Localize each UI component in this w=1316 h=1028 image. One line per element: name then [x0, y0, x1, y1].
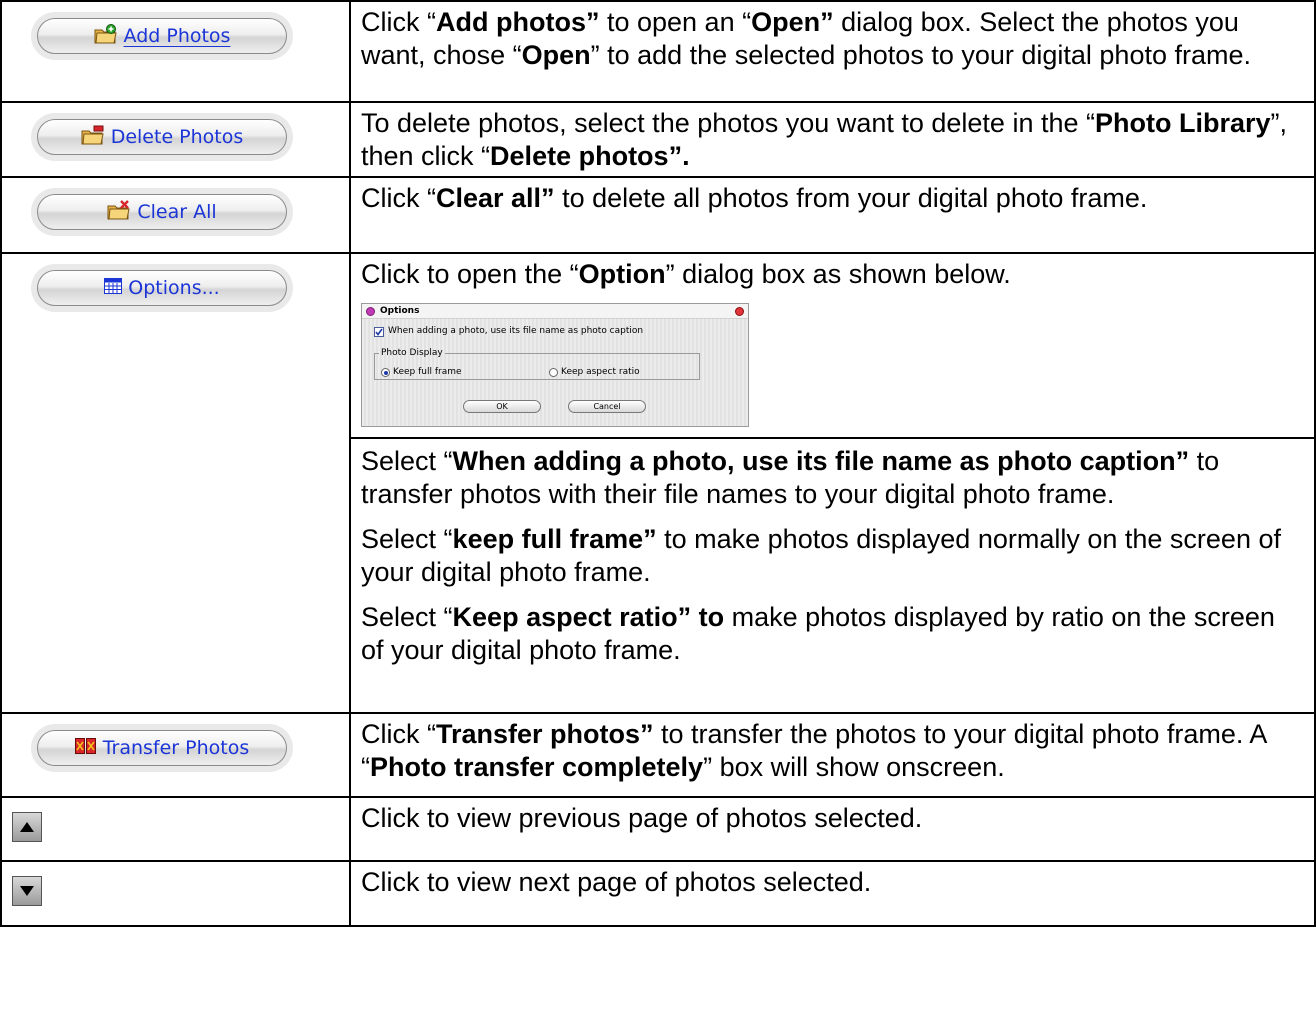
description-cell: Click “Clear all” to delete all photos f… — [349, 176, 1316, 254]
folder-delete-icon — [81, 125, 105, 150]
options-description: Click to open the “Option” dialog box as… — [361, 259, 1011, 289]
table-row-previous-page: Click to view previous page of photos se… — [0, 796, 1316, 862]
up-arrow-icon — [20, 822, 34, 832]
dialog-cancel-button[interactable]: Cancel — [568, 400, 646, 413]
transfer-icon — [74, 737, 97, 760]
table-row-next-page: Click to view next page of photos select… — [0, 860, 1316, 927]
add-photos-label: Add Photos — [123, 25, 231, 47]
clear-all-description: Click “Clear all” to delete all photos f… — [361, 183, 1148, 213]
description-cell: Click to view previous page of photos se… — [349, 796, 1316, 862]
checkmark-icon — [375, 328, 383, 336]
button-cell — [0, 796, 351, 862]
transfer-photos-description: Click “Transfer photos” to transfer the … — [361, 719, 1266, 782]
delete-photos-button[interactable]: Delete Photos — [37, 119, 287, 155]
description-cell: Click “Add photos” to open an “Open” dia… — [349, 0, 1316, 103]
caption-checkbox-row[interactable]: When adding a photo, use its file name a… — [374, 326, 643, 337]
keep-full-frame-radio[interactable]: Keep full frame — [381, 367, 462, 378]
table-row-add-photos: Add Photos Click “Add photos” to open an… — [0, 0, 1316, 103]
aspect-ratio-option-description: Select “Keep aspect ratio” to make photo… — [361, 602, 1275, 665]
caption-option-description: Select “When adding a photo, use its fil… — [361, 446, 1220, 509]
delete-photos-description: To delete photos, select the photos you … — [361, 108, 1287, 171]
button-cell: Options... — [0, 252, 351, 714]
button-cell: Add Photos — [0, 0, 351, 103]
down-arrow-icon — [20, 886, 34, 896]
previous-page-button[interactable] — [12, 812, 42, 842]
delete-photos-label: Delete Photos — [110, 126, 244, 148]
next-page-button[interactable] — [12, 876, 42, 906]
table-row-options: Options... Click to open the “Option” di… — [0, 252, 1316, 714]
button-cell: Transfer Photos — [0, 712, 351, 798]
button-cell: Clear All — [0, 176, 351, 254]
options-dialog-screenshot: Options When adding a photo, use its fil… — [361, 303, 749, 427]
dialog-menu-icon — [366, 306, 375, 316]
previous-page-description: Click to view previous page of photos se… — [361, 803, 923, 833]
clear-all-label: Clear All — [137, 201, 217, 223]
photo-display-group: Photo Display Keep full frame Keep aspec… — [374, 348, 700, 380]
radio-unselected-icon — [549, 368, 558, 377]
button-reference-table: Add Photos Click “Add photos” to open an… — [0, 0, 1316, 927]
table-row-delete-photos: Delete Photos To delete photos, select t… — [0, 101, 1316, 178]
description-cell: Click to open the “Option” dialog box as… — [349, 252, 1316, 439]
button-cell — [0, 860, 351, 927]
dialog-title: Options — [380, 305, 420, 316]
caption-checkbox[interactable] — [374, 326, 384, 337]
add-photos-description: Click “Add photos” to open an “Open” dia… — [361, 7, 1251, 70]
table-row-clear-all: Clear All Click “Clear all” to delete al… — [0, 176, 1316, 254]
keep-full-frame-label: Keep full frame — [393, 367, 462, 377]
dialog-close-icon[interactable] — [735, 306, 744, 316]
keep-aspect-ratio-label: Keep aspect ratio — [561, 367, 640, 377]
caption-checkbox-label: When adding a photo, use its file name a… — [388, 326, 644, 336]
calendar-grid-icon — [104, 277, 123, 299]
table-row-transfer-photos: Transfer Photos Click “Transfer photos” … — [0, 712, 1316, 798]
description-cell: To delete photos, select the photos you … — [349, 101, 1316, 178]
transfer-photos-label: Transfer Photos — [102, 737, 250, 759]
folder-add-icon — [94, 23, 118, 49]
options-label: Options... — [128, 277, 220, 299]
radio-selected-icon — [381, 368, 390, 377]
options-button[interactable]: Options... — [37, 270, 287, 306]
next-page-description: Click to view next page of photos select… — [361, 867, 872, 897]
add-photos-button[interactable]: Add Photos — [37, 18, 287, 54]
keep-aspect-ratio-radio[interactable]: Keep aspect ratio — [549, 367, 640, 378]
description-cell: Select “When adding a photo, use its fil… — [349, 437, 1316, 714]
description-cell: Click to view next page of photos select… — [349, 860, 1316, 927]
dialog-ok-button[interactable]: OK — [463, 400, 541, 413]
photo-display-label: Photo Display — [381, 348, 443, 358]
transfer-photos-button[interactable]: Transfer Photos — [37, 730, 287, 766]
description-cell: Click “Transfer photos” to transfer the … — [349, 712, 1316, 798]
full-frame-option-description: Select “keep full frame” to make photos … — [361, 524, 1281, 587]
button-cell: Delete Photos — [0, 101, 351, 178]
folder-clear-icon — [107, 199, 131, 225]
dialog-titlebar: Options — [362, 304, 748, 319]
clear-all-button[interactable]: Clear All — [37, 194, 287, 230]
